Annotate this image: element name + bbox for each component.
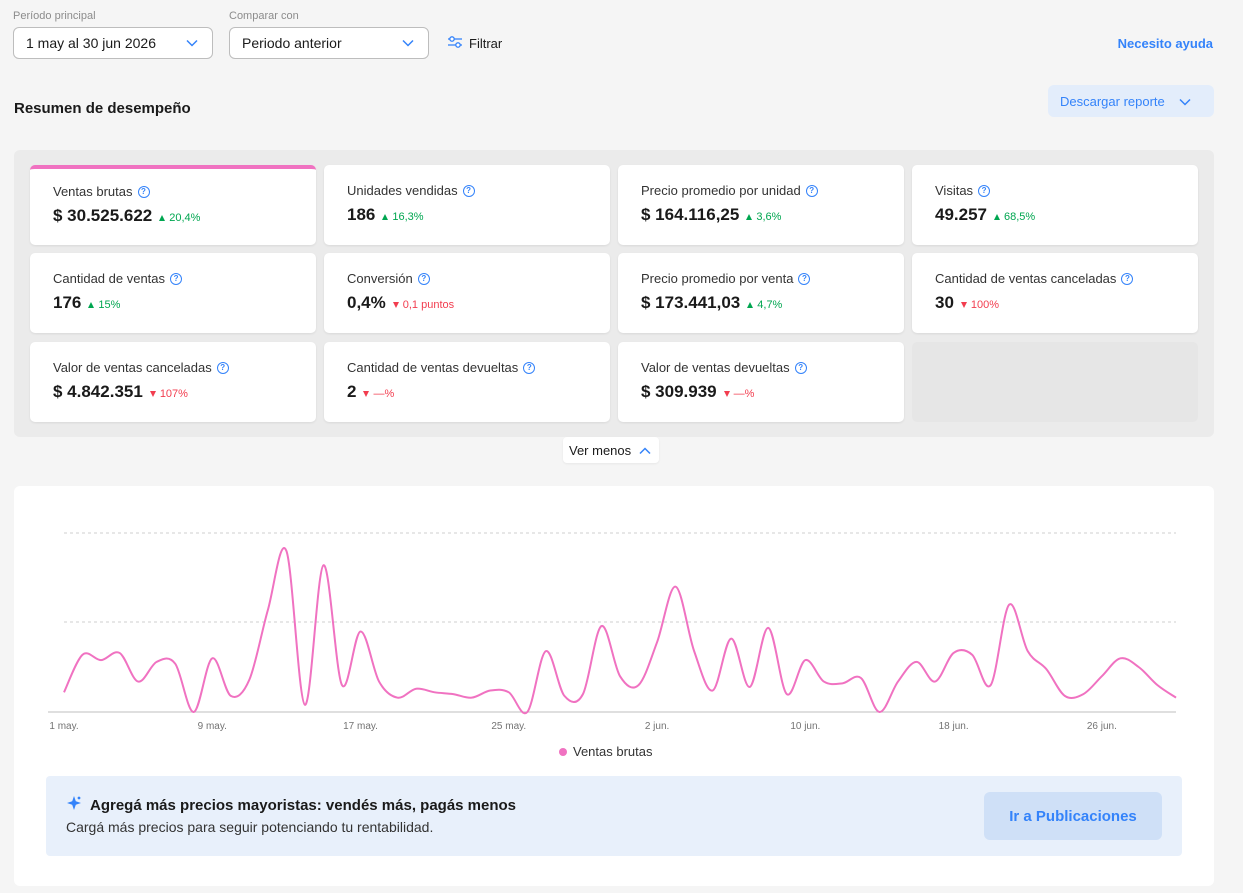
legend-marker xyxy=(559,747,567,756)
x-tick-label: 1 may. xyxy=(49,721,78,732)
banner-text: Cargá más precios para seguir potenciand… xyxy=(66,819,434,835)
banner-title: Agregá más precios mayoristas: vendés má… xyxy=(90,796,517,814)
wholesale-banner: Agregá más precios mayoristas: vendés má… xyxy=(46,776,1182,856)
go-to-listings-button[interactable]: Ir a Publicaciones xyxy=(984,792,1162,840)
x-tick-label: 26 jun. xyxy=(1087,721,1117,732)
series-line-ventas-brutas xyxy=(63,547,1177,715)
sales-line-chart: 1 may. 9 may. 17 may. 25 may. 2 jun. 10 jun. 1… xyxy=(48,532,1177,732)
sparkle-icon xyxy=(66,795,82,815)
x-tick-label: 18 jun. xyxy=(939,721,969,732)
legend-label: Ventas brutas xyxy=(573,744,653,759)
banner-title-row: Agregá más precios mayoristas: vendés má… xyxy=(66,795,516,815)
x-tick-label: 9 may. xyxy=(198,721,227,732)
x-tick-label: 10 jun. xyxy=(790,721,820,732)
x-tick-label: 2 jun. xyxy=(645,721,669,732)
x-tick-label: 17 may. xyxy=(343,721,378,732)
chart-legend: Ventas brutas xyxy=(559,744,653,759)
x-tick-label: 25 may. xyxy=(491,721,526,732)
